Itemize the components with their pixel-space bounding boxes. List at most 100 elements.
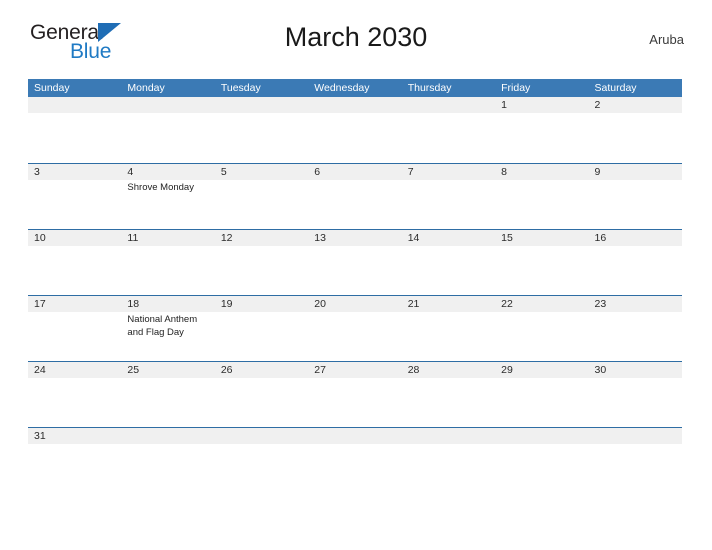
day-cell-empty [121,97,214,163]
day-number: 31 [34,430,46,442]
calendar-page: General Blue March 2030 Aruba Sunday Mon… [0,0,712,550]
day-number: 13 [314,232,326,244]
day-cell[interactable]: 3 [28,164,121,229]
day-cell[interactable]: 11 [121,230,214,295]
day-cell[interactable]: 28 [402,362,495,427]
day-number: 2 [594,99,601,111]
day-number: 9 [594,166,601,178]
day-number: 17 [34,298,46,310]
day-number: 12 [220,232,233,244]
day-cell[interactable]: 13 [308,230,401,295]
day-number: 30 [594,364,607,376]
event-label: National Anthem and Flag Day [127,314,198,338]
day-number: 20 [314,298,326,310]
day-cell[interactable]: 4 Shrove Monday [121,164,214,229]
day-number: 29 [501,364,513,376]
day-number: 1 [501,99,507,111]
day-cell-empty [28,97,121,163]
week-days: 24 25 26 27 28 29 30 [28,362,682,427]
day-cell[interactable]: 24 [28,362,121,427]
day-cell[interactable]: 31 [28,428,121,461]
week-row: 10 11 12 13 14 15 16 [28,229,682,295]
day-cell[interactable]: 30 [589,362,682,427]
day-number: 27 [314,364,326,376]
day-number: 24 [34,364,46,376]
day-cell-empty [402,97,495,163]
day-cell[interactable]: 22 [495,296,588,361]
day-cell[interactable]: 14 [402,230,495,295]
day-number: 4 [127,166,134,178]
country-label: Aruba [649,32,684,47]
weekday-header-sunday: Sunday [34,82,70,94]
page-header: General Blue March 2030 Aruba [28,0,684,62]
week-row: 12 [28,97,682,163]
day-cell[interactable]: 8 [495,164,588,229]
day-cell[interactable]: 18 National Anthem and Flag Day [121,296,214,361]
day-cell[interactable]: 23 [589,296,682,361]
day-cell[interactable]: 7 [402,164,495,229]
day-cell[interactable]: 5 [215,164,308,229]
day-cell[interactable]: 29 [495,362,588,427]
day-number: 14 [407,232,420,244]
day-cell-empty [402,428,495,461]
day-cell[interactable]: 6 [308,164,401,229]
day-number: 7 [407,166,414,178]
day-cell[interactable]: 16 [589,230,682,295]
day-number: 6 [314,166,321,178]
day-number: 16 [594,232,607,244]
week-row: 17 18 National Anthem and Flag Day 19 20 21 22… [28,295,682,361]
weekday-header-wednesday: Wednesday [314,82,370,94]
day-cell[interactable]: 26 [215,362,308,427]
week-days: 3 4 Shrove Monday 5 6 7 8 9 [28,164,682,229]
week-row: 24 25 26 27 28 29 30 [28,361,682,427]
week-row: 31 [28,427,682,461]
weekday-header-monday: Monday [127,82,165,94]
day-cell[interactable]: 9 [589,164,682,229]
day-cell-empty [215,97,308,163]
day-cell-empty [308,97,401,163]
day-number: 3 [34,166,40,178]
day-number: 26 [220,364,233,376]
day-number: 21 [407,298,420,310]
day-cell-empty [308,428,401,461]
day-cell-empty [495,428,588,461]
weekday-header-thursday: Thursday [407,82,452,94]
page-title: March 2030 [284,22,428,52]
day-number: 19 [220,298,233,310]
day-number: 28 [407,364,420,376]
day-number: 5 [220,166,227,178]
day-cell[interactable]: 19 [215,296,308,361]
day-number: 18 [127,298,140,310]
day-cell[interactable]: 1 [495,97,588,163]
day-number: 23 [594,298,607,310]
day-events: Shrove Monday [127,182,211,195]
event-label: Shrove Monday [127,182,194,193]
day-cell[interactable]: 17 [28,296,121,361]
week-days: 12 [28,97,682,163]
day-cell[interactable]: 12 [215,230,308,295]
day-number: 22 [501,298,513,310]
day-cell[interactable]: 15 [495,230,588,295]
day-cell[interactable]: 10 [28,230,121,295]
day-cell[interactable]: 21 [402,296,495,361]
day-cell[interactable]: 25 [121,362,214,427]
week-days: 10 11 12 13 14 15 16 [28,230,682,295]
weekday-header-saturday: Saturday [594,82,637,94]
day-cell-empty [121,428,214,461]
day-cell[interactable]: 20 [308,296,401,361]
week-days: 17 18 National Anthem and Flag Day 19 20 21 22… [28,296,682,361]
day-cell[interactable]: 27 [308,362,401,427]
weekday-header-tuesday: Tuesday [220,82,261,94]
weekday-header-friday: Friday [501,82,531,94]
calendar-grid: Sunday Monday Tuesday Wednesday Thursday… [28,79,682,461]
weekday-header-row: Sunday Monday Tuesday Wednesday Thursday… [28,79,682,97]
day-number: 15 [501,232,513,244]
day-cell-empty [589,428,682,461]
day-number: 10 [34,232,46,244]
day-events: National Anthem and Flag Day [127,314,211,339]
day-cell[interactable]: 2 [589,97,682,163]
day-number: 25 [127,364,140,376]
calendar-weeks: 1 2 3 4 Shrove Monday 5 6 7 8 9 10 11 12 13 14 15 16 17 18… [28,97,682,461]
week-row: 3 4 Shrove Monday 5 6 7 8 9 [28,163,682,229]
day-number: 11 [127,232,139,244]
